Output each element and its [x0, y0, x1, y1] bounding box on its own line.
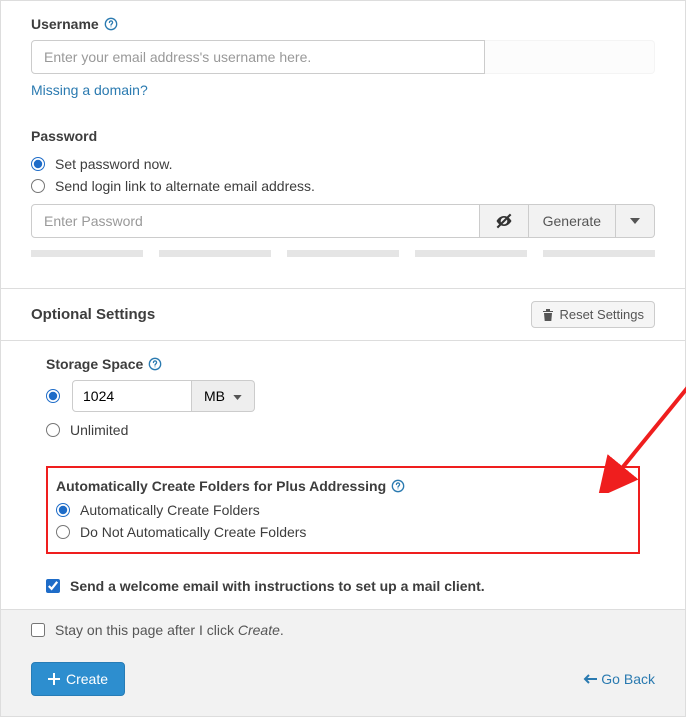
storage-section: Storage Space MB Unlimited: [1, 341, 685, 609]
help-icon[interactable]: [104, 17, 118, 31]
username-input-group: [31, 40, 655, 74]
radio-no-auto-folders[interactable]: [56, 525, 70, 539]
storage-input[interactable]: [72, 380, 192, 412]
radio-no-auto-folders-row[interactable]: Do Not Automatically Create Folders: [56, 524, 630, 540]
radio-send-link[interactable]: [31, 179, 45, 193]
radio-auto-folders-row[interactable]: Automatically Create Folders: [56, 502, 630, 518]
password-input[interactable]: [31, 204, 480, 238]
radio-storage-quota[interactable]: [46, 389, 60, 403]
footer-actions: Create Go Back: [1, 650, 685, 716]
username-section: Username Missing a domain?: [1, 1, 685, 113]
storage-unit-button[interactable]: MB: [192, 380, 255, 412]
password-label: Password: [31, 128, 655, 144]
password-strength: [31, 250, 655, 257]
username-label-row: Username: [31, 16, 655, 32]
stay-on-page-row: Stay on this page after I click Create.: [1, 609, 685, 650]
generate-button[interactable]: Generate: [529, 204, 616, 238]
go-back-link[interactable]: Go Back: [583, 671, 655, 687]
storage-label: Storage Space: [46, 356, 143, 372]
strength-bar: [415, 250, 527, 257]
optional-settings-header: Optional Settings Reset Settings: [1, 289, 685, 341]
storage-quota-row: MB: [46, 380, 640, 412]
radio-set-now[interactable]: [31, 157, 45, 171]
optional-settings-title: Optional Settings: [31, 306, 155, 323]
storage-label-row: Storage Space: [46, 356, 640, 372]
password-section: Password Set password now. Send login li…: [1, 113, 685, 272]
domain-selector[interactable]: [485, 40, 655, 74]
stay-checkbox[interactable]: [31, 623, 45, 637]
help-icon[interactable]: [391, 479, 405, 493]
radio-unlimited-row[interactable]: Unlimited: [46, 422, 640, 438]
welcome-email-checkbox[interactable]: [46, 579, 60, 593]
welcome-email-row[interactable]: Send a welcome email with instructions t…: [46, 578, 640, 594]
username-input[interactable]: [31, 40, 485, 74]
password-now-radio[interactable]: Set password now.: [31, 156, 655, 172]
username-label: Username: [31, 16, 99, 32]
strength-bar: [31, 250, 143, 257]
strength-bar: [159, 250, 271, 257]
plus-icon: [48, 673, 60, 685]
arrow-left-icon: [583, 674, 597, 684]
plus-addressing-label: Automatically Create Folders for Plus Ad…: [56, 478, 386, 494]
strength-bar: [287, 250, 399, 257]
missing-domain-link[interactable]: Missing a domain?: [31, 82, 148, 98]
radio-unlimited[interactable]: [46, 423, 60, 437]
create-button[interactable]: Create: [31, 662, 125, 696]
radio-auto-folders[interactable]: [56, 503, 70, 517]
trash-icon: [542, 308, 554, 321]
strength-bar: [543, 250, 655, 257]
help-icon[interactable]: [148, 357, 162, 371]
toggle-visibility-button[interactable]: [480, 204, 529, 238]
plus-addressing-highlight: Automatically Create Folders for Plus Ad…: [46, 466, 640, 554]
generate-dropdown-button[interactable]: [616, 204, 655, 238]
plus-label-row: Automatically Create Folders for Plus Ad…: [56, 478, 630, 494]
password-input-group: Generate: [31, 204, 655, 238]
stay-label: Stay on this page after I click Create.: [55, 622, 284, 638]
password-link-radio[interactable]: Send login link to alternate email addre…: [31, 178, 655, 194]
reset-settings-button[interactable]: Reset Settings: [531, 301, 655, 328]
